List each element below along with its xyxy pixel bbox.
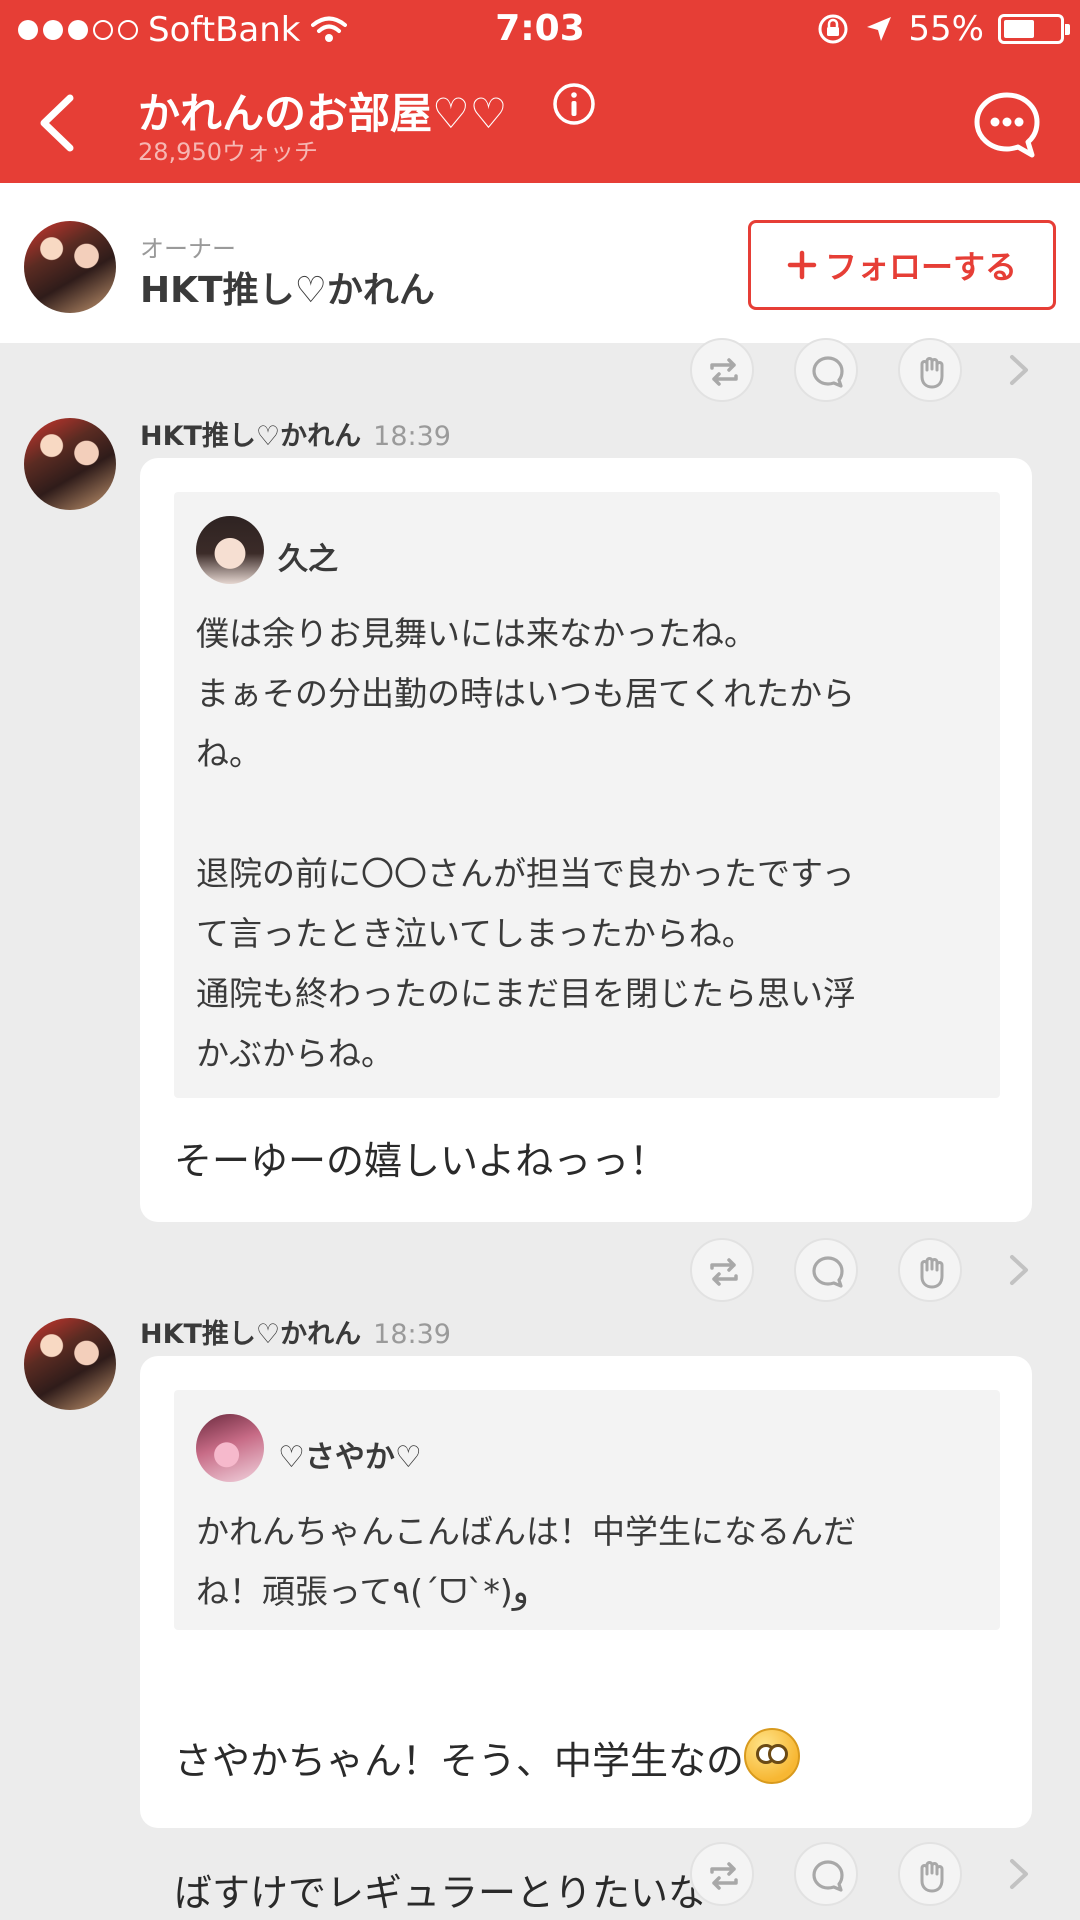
quoted-avatar <box>196 516 264 584</box>
post-author[interactable]: HKT推し♡かれん <box>140 1319 361 1350</box>
message-text-line2: ばすけでレギュラーとりたいな <box>174 1871 707 1915</box>
plus-icon <box>787 250 817 280</box>
info-icon[interactable] <box>552 82 596 126</box>
repost-button[interactable] <box>690 1238 754 1302</box>
post-actions <box>690 1842 1060 1908</box>
status-bar: SoftBank 7:03 55% <box>0 0 1080 60</box>
comment-icon <box>812 1860 844 1892</box>
applause-button[interactable] <box>898 1238 962 1302</box>
owner-name[interactable]: HKT推し♡かれん <box>140 261 435 313</box>
post-avatar[interactable] <box>24 1318 116 1410</box>
owner-avatar[interactable] <box>24 221 116 313</box>
clap-hand-icon <box>920 1861 944 1893</box>
comment-button[interactable] <box>794 1842 858 1906</box>
follow-label: フォローする <box>824 248 1017 286</box>
post-meta: HKT推し♡かれん 18:39 <box>140 414 451 453</box>
clap-hand-icon <box>920 1257 944 1289</box>
quoted-author: ♡さやか♡ <box>278 1440 422 1475</box>
repost-icon <box>710 1258 738 1286</box>
post-actions <box>690 338 1060 404</box>
back-arrow-icon[interactable] <box>28 88 88 158</box>
repost-button[interactable] <box>690 338 754 402</box>
quoted-author: 久之 <box>278 542 338 577</box>
quoted-message[interactable]: 久之 僕は余りお見舞いには来なかったね。 まぁその分出勤の時はいつも居てくれたか… <box>174 492 1000 1098</box>
applause-button[interactable] <box>898 338 962 402</box>
post-avatar[interactable] <box>24 418 116 510</box>
post-meta: HKT推し♡かれん 18:39 <box>140 1312 451 1351</box>
follow-button[interactable]: フォローする <box>748 220 1056 310</box>
watch-count: 28,950ウォッチ <box>138 138 318 166</box>
rotation-lock-icon <box>818 14 848 44</box>
comment-button[interactable] <box>794 338 858 402</box>
post-author[interactable]: HKT推し♡かれん <box>140 421 361 452</box>
chevron-right-icon[interactable] <box>1002 1856 1036 1892</box>
post-time: 18:39 <box>373 421 451 452</box>
app-root: SoftBank 7:03 55% かれんのお部屋♡♡ 28,950ウォッチ オ… <box>0 0 1080 1920</box>
post-actions <box>690 1238 1060 1304</box>
repost-button[interactable] <box>690 1842 754 1906</box>
battery-icon <box>998 14 1070 44</box>
applause-button[interactable] <box>898 1842 962 1906</box>
battery-percent: 55% <box>908 9 984 49</box>
chevron-right-icon[interactable] <box>1002 352 1036 388</box>
message-text-line1: さやかちゃん！そう、中学生なの <box>174 1739 745 1783</box>
flushed-face-emoji-icon <box>744 1728 801 1784</box>
message-bubble[interactable]: ♡さやか♡ かれんちゃんこんばんは！中学生になるんだ ね！頑張って٩(ˊᗜˋ*)… <box>140 1356 1032 1915</box>
comment-icon <box>812 356 844 388</box>
quoted-message[interactable]: ♡さやか♡ かれんちゃんこんばんは！中学生になるんだ ね！頑張って٩(ˊᗜˋ*)… <box>174 1390 1000 1630</box>
comment-icon <box>812 1256 844 1288</box>
quoted-text: かれんちゃんこんばんは！中学生になるんだ ね！頑張って٩(ˊᗜˋ*)و <box>196 1512 856 1611</box>
repost-icon <box>710 1862 738 1890</box>
comment-button[interactable] <box>794 1238 858 1302</box>
chevron-right-icon[interactable] <box>1002 1252 1036 1288</box>
owner-bar: オーナー HKT推し♡かれん フォローする <box>0 183 1080 343</box>
post-time: 18:39 <box>373 1319 451 1350</box>
chat-bubble-icon[interactable] <box>972 90 1042 160</box>
header-bar: SoftBank 7:03 55% かれんのお部屋♡♡ 28,950ウォッチ <box>0 0 1080 183</box>
message-bubble[interactable]: 久之 僕は余りお見舞いには来なかったね。 まぁその分出勤の時はいつも居てくれたか… <box>140 458 1032 1222</box>
clap-hand-icon <box>920 357 944 389</box>
quoted-text: 僕は余りお見舞いには来なかったね。 まぁその分出勤の時はいつも居てくれたから ね… <box>196 614 856 1073</box>
quoted-avatar <box>196 1414 264 1482</box>
location-arrow-icon <box>867 17 892 41</box>
repost-icon <box>710 358 738 386</box>
status-right: 55% <box>816 9 1070 49</box>
owner-label: オーナー <box>140 235 236 263</box>
message-text: そーゆーの嬉しいよねっっ！ <box>174 1139 668 1183</box>
